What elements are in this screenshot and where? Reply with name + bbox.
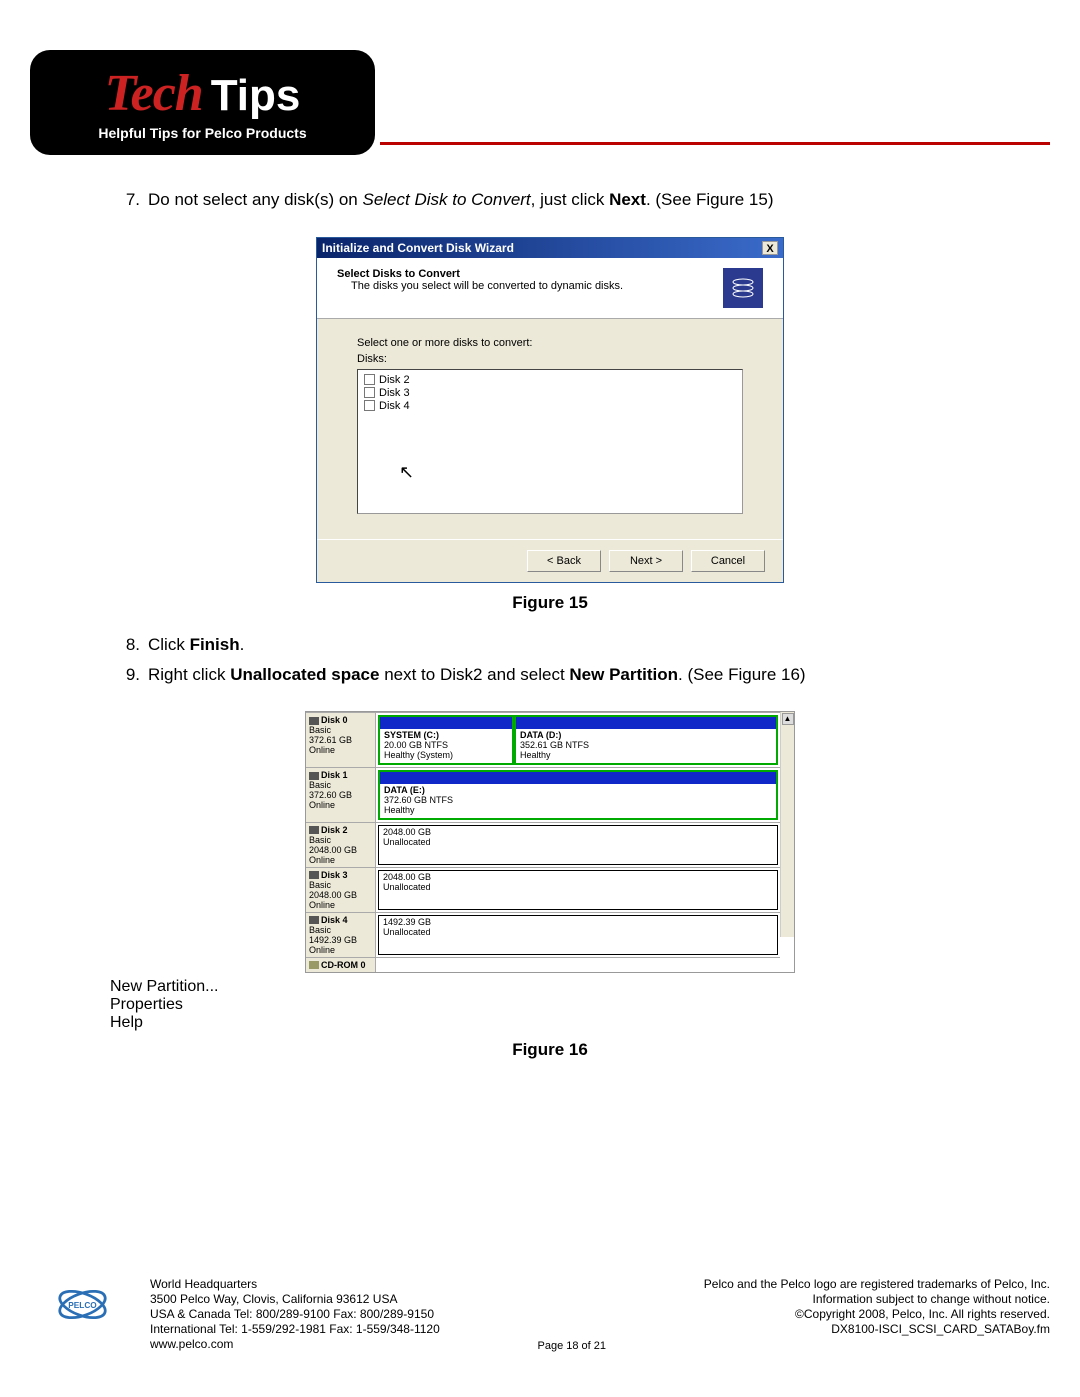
dialog-subheading: The disks you select will be converted t… (337, 280, 623, 292)
step-8: 8.Click Finish. (110, 633, 990, 657)
scrollbar[interactable]: ▲ (780, 712, 794, 937)
disk-row: Disk 4Basic1492.39 GBOnline1492.39 GBUna… (306, 912, 780, 957)
figure-16-caption: Figure 16 (110, 1040, 990, 1060)
cdrom-row: CD-ROM 0 (306, 957, 780, 972)
disk-label: Disk 1Basic372.60 GBOnline (306, 768, 376, 822)
disk-label: Disk 2Basic2048.00 GBOnline (306, 823, 376, 867)
disk-row: Disk 3Basic2048.00 GBOnline2048.00 GBUna… (306, 867, 780, 912)
checkbox-disk2[interactable] (364, 374, 375, 385)
dialog-prompt: Select one or more disks to convert: (357, 337, 743, 349)
disk-icon (309, 871, 319, 879)
logo-tech: Tech (105, 64, 203, 123)
menu-properties[interactable]: Properties (110, 996, 990, 1014)
disk-icon (309, 826, 319, 834)
cdrom-icon (309, 961, 319, 969)
dialog-heading: Select Disks to Convert (337, 268, 623, 280)
partition[interactable]: DATA (D:)352.61 GB NTFSHealthy (514, 715, 778, 765)
step-9: 9.Right click Unallocated space next to … (110, 663, 990, 687)
disk-icon (309, 916, 319, 924)
partition[interactable]: 1492.39 GBUnallocated (378, 915, 778, 955)
dialog-title: Initialize and Convert Disk Wizard (322, 241, 514, 255)
cancel-button[interactable]: Cancel (691, 550, 765, 572)
dialog-subhead: Select Disks to Convert The disks you se… (317, 258, 783, 319)
disk-item: Disk 2 (379, 374, 410, 386)
footer-url: www.pelco.com (150, 1337, 440, 1352)
disk-item: Disk 4 (379, 400, 410, 412)
partition[interactable]: 2048.00 GBUnallocated (378, 825, 778, 865)
footer-r1: Pelco and the Pelco logo are registered … (704, 1277, 1050, 1292)
footer-r3: ©Copyright 2008, Pelco, Inc. All rights … (704, 1307, 1050, 1322)
footer-addr2: USA & Canada Tel: 800/289-9100 Fax: 800/… (150, 1307, 440, 1322)
header-rule (380, 142, 1050, 145)
footer-addr1: 3500 Pelco Way, Clovis, California 93612… (150, 1292, 440, 1307)
page-footer: PELCO World Headquarters 3500 Pelco Way,… (55, 1277, 1050, 1352)
footer-page: Page 18 of 21 (538, 1340, 607, 1352)
scroll-up-icon[interactable]: ▲ (782, 713, 794, 725)
menu-help[interactable]: Help (110, 1014, 990, 1032)
disk-row: Disk 1Basic372.60 GBOnlineDATA (E:)372.6… (306, 767, 780, 822)
disk-row: Disk 0Basic372.61 GBOnlineSYSTEM (C:)20.… (306, 712, 780, 767)
disk-label: Disk 0Basic372.61 GBOnline (306, 713, 376, 767)
cursor-icon: ↖ (399, 462, 736, 483)
disk-item: Disk 3 (379, 387, 410, 399)
logo-tips: Tips (211, 71, 301, 121)
footer-hq: World Headquarters (150, 1277, 440, 1292)
disk-management-panel: ▲ Disk 0Basic372.61 GBOnlineSYSTEM (C:)2… (305, 711, 795, 972)
content-area: 7.Do not select any disk(s) on Select Di… (110, 188, 990, 1080)
menu-new-partition[interactable]: New Partition... (110, 978, 990, 996)
svg-text:PELCO: PELCO (68, 1301, 97, 1310)
figure-15-caption: Figure 15 (110, 593, 990, 613)
partition[interactable]: 2048.00 GBUnallocated (378, 870, 778, 910)
checkbox-disk4[interactable] (364, 400, 375, 411)
step-7: 7.Do not select any disk(s) on Select Di… (110, 188, 990, 212)
disks-listbox[interactable]: Disk 2 Disk 3 Disk 4 ↖ (357, 369, 743, 514)
checkbox-disk3[interactable] (364, 387, 375, 398)
footer-r4: DX8100-ISCI_SCSI_CARD_SATABoy.fm (704, 1322, 1050, 1337)
disk-label: Disk 4Basic1492.39 GBOnline (306, 913, 376, 957)
context-menu[interactable]: New Partition... Properties Help (110, 978, 990, 1032)
disk-row: Disk 2Basic2048.00 GBOnline2048.00 GBUna… (306, 822, 780, 867)
disk-label: Disk 3Basic2048.00 GBOnline (306, 868, 376, 912)
footer-r2: Information subject to change without no… (704, 1292, 1050, 1307)
next-button[interactable]: Next > (609, 550, 683, 572)
pelco-logo-icon: PELCO (55, 1277, 110, 1332)
back-button[interactable]: < Back (527, 550, 601, 572)
dialog-titlebar: Initialize and Convert Disk Wizard X (317, 238, 783, 258)
logo-subtitle: Helpful Tips for Pelco Products (98, 125, 306, 141)
partition[interactable]: DATA (E:)372.60 GB NTFSHealthy (378, 770, 778, 820)
tech-tips-logo: Tech Tips Helpful Tips for Pelco Product… (30, 50, 375, 155)
disks-icon (723, 268, 763, 308)
disk-icon (309, 717, 319, 725)
dialog-label: Disks: (357, 353, 743, 365)
wizard-dialog: Initialize and Convert Disk Wizard X Sel… (316, 237, 784, 583)
partition[interactable]: SYSTEM (C:)20.00 GB NTFSHealthy (System) (378, 715, 514, 765)
disk-icon (309, 772, 319, 780)
close-button[interactable]: X (762, 241, 778, 255)
footer-addr3: International Tel: 1-559/292-1981 Fax: 1… (150, 1322, 440, 1337)
